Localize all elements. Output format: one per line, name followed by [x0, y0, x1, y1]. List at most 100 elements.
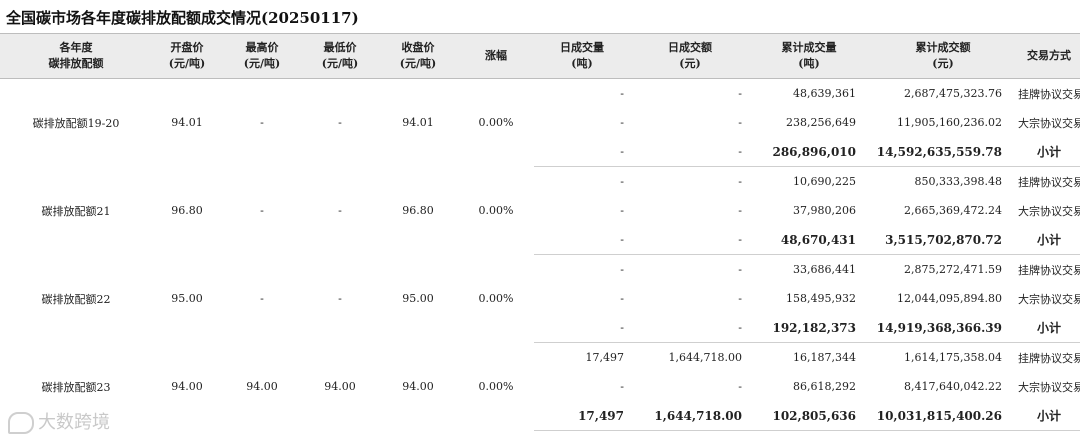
daily-amount-value: - [738, 204, 742, 217]
high-price: - [222, 255, 302, 343]
cumulative-volume: 48,639,361 [750, 79, 868, 109]
column-header-line: (元/吨) [399, 57, 437, 70]
low-price-value: 94.00 [324, 380, 356, 393]
trade-type-value: 小计 [1036, 233, 1061, 247]
daily-amount-value: 1,644,718.00 [654, 408, 742, 423]
open-price: 96.80 [152, 167, 222, 255]
change-pct-value: 0.00% [478, 292, 514, 305]
daily-amount-value: - [738, 233, 742, 246]
daily-volume-value: - [620, 292, 624, 305]
daily-volume-value: - [620, 233, 624, 246]
column-header: 日成交额 (元) [630, 33, 750, 79]
daily-volume-value: - [620, 87, 624, 100]
watermark-text: 大数跨境 [38, 412, 110, 433]
high-price-value: - [260, 116, 264, 130]
high-price-value: 94.00 [246, 380, 278, 393]
cumulative-amount-value: 11,905,160,236.02 [897, 116, 1002, 129]
daily-amount-value: - [738, 380, 742, 393]
daily-volume: - [534, 313, 630, 343]
low-price-value: - [338, 116, 342, 130]
daily-volume: - [534, 79, 630, 109]
column-header: 交易方式 [1018, 33, 1080, 79]
trade-type: 小计 [1018, 225, 1080, 255]
cumulative-volume: 33,686,441 [750, 255, 868, 285]
column-header-line: (元) [679, 57, 701, 70]
cumulative-amount-value: 1,614,175,358.04 [904, 351, 1002, 364]
cumulative-volume-value: 102,805,636 [772, 408, 856, 423]
allowance-name-value: 碳排放配额23 [41, 380, 111, 394]
trade-type-value: 大宗协议交易 [1018, 380, 1080, 394]
open-price-value: 94.00 [171, 380, 203, 393]
high-price-value: - [260, 204, 264, 217]
allowance-name: 碳排放配额22 [0, 255, 152, 343]
trade-type-value: 挂牌协议交易 [1018, 87, 1080, 101]
cumulative-volume-value: 286,896,010 [772, 144, 856, 159]
trade-type: 大宗协议交易 [1018, 196, 1080, 225]
column-header-line: 日成交量 [560, 41, 604, 54]
daily-volume: 17,497 [534, 401, 630, 431]
trade-type: 挂牌协议交易 [1018, 167, 1080, 197]
cumulative-amount: 3,515,702,870.72 [868, 225, 1018, 255]
table-body: 碳排放配额19-20 94.01 - - 94.01 0.00% - - 48,639,361 2… [0, 79, 1080, 431]
watermark: 大数跨境 [8, 408, 110, 434]
close-price-value: 95.00 [402, 292, 434, 305]
cumulative-amount: 14,919,368,366.39 [868, 313, 1018, 343]
allowance-name-value: 碳排放配额22 [41, 292, 111, 306]
cumulative-volume-value: 48,639,361 [793, 87, 856, 100]
change-pct: 0.00% [458, 343, 534, 431]
cumulative-amount: 12,044,095,894.80 [868, 284, 1018, 313]
close-price-value: 94.00 [402, 380, 434, 393]
column-header-line: (元/吨) [321, 57, 359, 70]
column-header-line: 碳排放配额 [48, 57, 104, 70]
daily-amount: - [630, 137, 750, 167]
daily-amount: - [630, 225, 750, 255]
watermark-logo-icon [8, 412, 34, 434]
daily-amount-value: - [738, 263, 742, 276]
daily-amount: - [630, 79, 750, 109]
cumulative-amount-value: 14,919,368,366.39 [876, 320, 1002, 335]
cumulative-amount: 2,687,475,323.76 [868, 79, 1018, 109]
close-price: 96.80 [378, 167, 458, 255]
trade-type-value: 小计 [1036, 145, 1061, 159]
low-price-value: - [338, 204, 342, 217]
table-row: 碳排放配额22 95.00 - - 95.00 0.00% - - 33,686,441 2,87… [0, 255, 1080, 306]
daily-amount-value: 1,644,718.00 [668, 351, 742, 364]
trade-type: 小计 [1018, 313, 1080, 343]
cumulative-amount: 11,905,160,236.02 [868, 108, 1018, 137]
trade-type: 挂牌协议交易 [1018, 255, 1080, 285]
daily-volume-value: - [620, 380, 624, 393]
column-header: 收盘价 (元/吨) [378, 33, 458, 79]
trade-type-value: 挂牌协议交易 [1018, 351, 1080, 365]
open-price-value: 94.01 [171, 116, 203, 130]
column-header: 各年度 碳排放配额 [0, 33, 152, 79]
carbon-trading-table: 各年度 碳排放配额 开盘价 (元/吨) 最高价 (元/吨) 最低价 (元/吨) 收盘价 (元/吨)… [0, 33, 1080, 431]
trade-type: 大宗协议交易 [1018, 372, 1080, 401]
trade-type: 挂牌协议交易 [1018, 79, 1080, 109]
daily-amount-value: - [738, 292, 742, 305]
trade-type: 挂牌协议交易 [1018, 343, 1080, 373]
trade-type-value: 大宗协议交易 [1018, 116, 1080, 130]
daily-volume-value: - [620, 116, 624, 129]
daily-amount-value: - [738, 175, 742, 188]
daily-volume-value: 17,497 [585, 351, 625, 364]
cumulative-volume: 86,618,292 [750, 372, 868, 401]
daily-amount: - [630, 196, 750, 225]
change-pct: 0.00% [458, 79, 534, 167]
daily-amount-value: - [738, 321, 742, 334]
cumulative-amount-value: 2,687,475,323.76 [904, 87, 1002, 100]
column-header-line: (元/吨) [168, 57, 206, 70]
daily-amount: 1,644,718.00 [630, 343, 750, 373]
column-header-line: 收盘价 [401, 41, 435, 54]
cumulative-amount: 2,875,272,471.59 [868, 255, 1018, 285]
trade-type: 小计 [1018, 401, 1080, 431]
column-header-line: 开盘价 [170, 41, 204, 54]
column-header-line: 日成交额 [668, 41, 712, 54]
close-price: 94.00 [378, 343, 458, 431]
column-header-line: 累计成交量 [781, 41, 837, 54]
cumulative-volume: 286,896,010 [750, 137, 868, 167]
high-price: - [222, 79, 302, 167]
low-price: - [302, 79, 378, 167]
column-header: 最低价 (元/吨) [302, 33, 378, 79]
column-header-line: 各年度 [59, 41, 93, 54]
cumulative-amount: 850,333,398.48 [868, 167, 1018, 197]
